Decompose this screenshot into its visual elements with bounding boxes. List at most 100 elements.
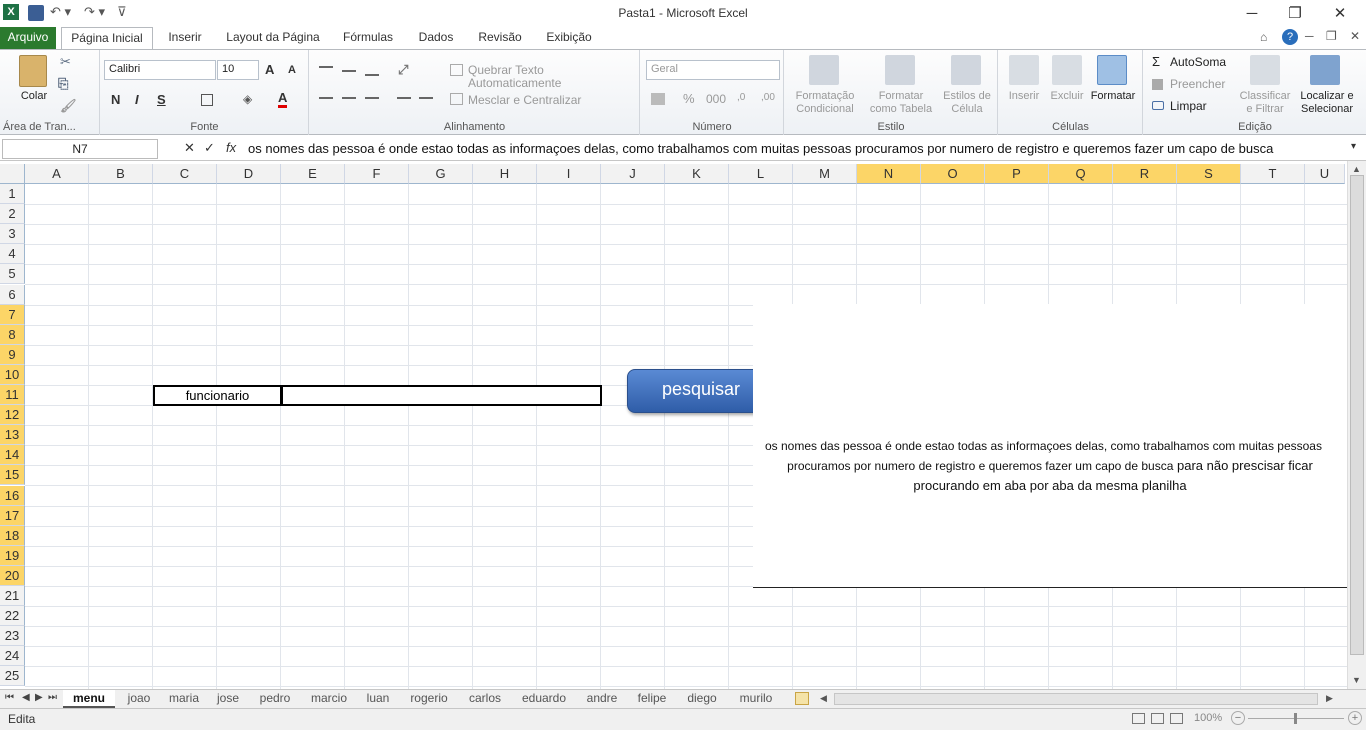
tab-file[interactable]: Arquivo <box>0 27 56 49</box>
column-header-t[interactable]: T <box>1241 164 1305 184</box>
column-header-j[interactable]: J <box>601 164 665 184</box>
increase-indent-icon[interactable] <box>419 97 433 99</box>
row-header-4[interactable]: 4 <box>0 244 25 265</box>
description-textbox[interactable]: os nomes das pessoa é onde estao todas a… <box>753 304 1347 588</box>
font-size-select[interactable]: 10 <box>217 60 259 80</box>
new-sheet-icon[interactable] <box>795 692 809 705</box>
align-middle-icon[interactable] <box>342 70 356 72</box>
autosum-icon[interactable]: Σ <box>1152 55 1160 68</box>
column-header-o[interactable]: O <box>921 164 985 184</box>
cell-styles-icon[interactable] <box>951 55 981 85</box>
workbook-close-icon[interactable]: ✕ <box>1350 29 1360 43</box>
thousands-button[interactable]: 000 <box>706 93 726 106</box>
cut-icon[interactable]: ✂ <box>60 54 71 70</box>
sheet-tab-menu[interactable]: menu <box>63 690 115 708</box>
fill-color-icon[interactable]: ◈ <box>243 92 259 108</box>
column-header-r[interactable]: R <box>1113 164 1177 184</box>
sheet-tab-marcio[interactable]: marcio <box>304 690 354 708</box>
row-header-16[interactable]: 16 <box>0 485 25 506</box>
tab-data[interactable]: Dados <box>412 27 460 49</box>
cell-c11-label[interactable]: funcionario <box>153 385 282 406</box>
clear-button[interactable]: Limpar <box>1170 100 1207 113</box>
row-header-7[interactable]: 7 <box>0 304 25 325</box>
align-top-icon[interactable] <box>319 66 333 68</box>
wrap-text-icon[interactable] <box>450 64 463 76</box>
paste-icon[interactable] <box>19 55 47 87</box>
row-header-13[interactable]: 13 <box>0 425 25 446</box>
fill-icon[interactable] <box>1152 79 1163 90</box>
format-as-table-icon[interactable] <box>885 55 915 85</box>
tab-insert[interactable]: Inserir <box>160 27 210 49</box>
collapse-ribbon-icon[interactable]: ⌂ <box>1260 30 1267 44</box>
formula-input[interactable]: os nomes das pessoa é onde estao todas a… <box>248 141 1338 156</box>
column-header-k[interactable]: K <box>665 164 729 184</box>
close-button[interactable]: ✕ <box>1320 2 1360 26</box>
scroll-thumb[interactable] <box>1350 175 1364 655</box>
tab-nav-first-icon[interactable]: ⏮ <box>5 692 14 703</box>
sheet-tab-rogerio[interactable]: rogerio <box>402 690 456 708</box>
hscroll-left-icon[interactable]: ◀ <box>820 693 827 704</box>
row-header-21[interactable]: 21 <box>0 586 25 606</box>
sheet-tab-joao[interactable]: joao <box>120 690 158 708</box>
row-header-12[interactable]: 12 <box>0 405 25 426</box>
scroll-up-icon[interactable]: ▲ <box>1352 164 1361 174</box>
cell-styles-line2[interactable]: Célula <box>939 103 995 116</box>
row-header-20[interactable]: 20 <box>0 565 25 586</box>
row-header-11[interactable]: 11 <box>0 385 25 405</box>
help-icon[interactable]: ? <box>1282 29 1298 45</box>
row-header-1[interactable]: 1 <box>0 184 25 204</box>
grow-font-button[interactable]: A <box>265 62 274 77</box>
align-right-icon[interactable] <box>365 97 379 99</box>
cancel-entry-icon[interactable]: ✕ <box>184 140 195 156</box>
format-as-table-line2[interactable]: como Tabela <box>863 103 939 116</box>
sheet-tab-murilo[interactable]: murilo <box>730 690 782 708</box>
minimize-button[interactable]: ─ <box>1232 2 1272 26</box>
font-color-button[interactable]: A <box>278 90 288 108</box>
format-painter-icon[interactable]: 🖌 <box>60 98 77 114</box>
borders-icon[interactable] <box>201 94 213 106</box>
format-as-table-line1[interactable]: Formatar <box>863 90 939 103</box>
row-header-24[interactable]: 24 <box>0 646 25 667</box>
zoom-level[interactable]: 100% <box>1194 712 1222 724</box>
vertical-scrollbar[interactable]: ▲ ▼ <box>1347 161 1366 689</box>
row-header-18[interactable]: 18 <box>0 525 25 546</box>
hscroll-right-icon[interactable]: ▶ <box>1326 693 1333 704</box>
zoom-slider-thumb[interactable] <box>1294 713 1297 724</box>
tab-home[interactable]: Página Inicial <box>61 27 153 50</box>
align-bottom-icon[interactable] <box>365 74 379 76</box>
sheet-tab-andre[interactable]: andre <box>580 690 624 708</box>
normal-view-icon[interactable] <box>1132 713 1145 724</box>
column-header-l[interactable]: L <box>729 164 793 184</box>
column-header-p[interactable]: P <box>985 164 1049 184</box>
column-header-b[interactable]: B <box>89 164 153 184</box>
autosum-button[interactable]: AutoSoma <box>1170 56 1226 69</box>
underline-button[interactable]: S <box>157 92 166 107</box>
shrink-font-button[interactable]: A <box>288 64 296 76</box>
currency-icon[interactable] <box>651 93 665 105</box>
orientation-icon[interactable]: ⤢ <box>398 62 408 78</box>
decrease-decimal-icon[interactable]: ,00 <box>761 92 775 103</box>
column-header-a[interactable]: A <box>25 164 89 184</box>
sheet-tab-eduardo[interactable]: eduardo <box>514 690 574 708</box>
cell-styles-line1[interactable]: Estilos de <box>939 90 995 103</box>
row-header-8[interactable]: 8 <box>0 324 25 345</box>
delete-cells-icon[interactable] <box>1052 55 1082 85</box>
sheet-tab-jose[interactable]: jose <box>210 690 246 708</box>
scroll-down-icon[interactable]: ▼ <box>1352 675 1361 685</box>
delete-cells-button[interactable]: Excluir <box>1045 90 1089 103</box>
clear-icon[interactable] <box>1152 101 1164 110</box>
align-left-icon[interactable] <box>319 97 333 99</box>
row-header-9[interactable]: 9 <box>0 344 25 365</box>
row-header-23[interactable]: 23 <box>0 626 25 647</box>
page-break-view-icon[interactable] <box>1170 713 1183 724</box>
sheet-tab-felipe[interactable]: felipe <box>630 690 674 708</box>
font-name-select[interactable]: Calibri <box>104 60 216 80</box>
merge-center-icon[interactable] <box>450 93 463 105</box>
insert-cells-icon[interactable] <box>1009 55 1039 85</box>
row-header-15[interactable]: 15 <box>0 465 25 486</box>
sort-filter-icon[interactable] <box>1250 55 1280 85</box>
column-header-q[interactable]: Q <box>1049 164 1113 184</box>
row-header-10[interactable]: 10 <box>0 364 25 385</box>
column-header-h[interactable]: H <box>473 164 537 184</box>
tab-nav-next-icon[interactable]: ▶ <box>35 692 43 703</box>
